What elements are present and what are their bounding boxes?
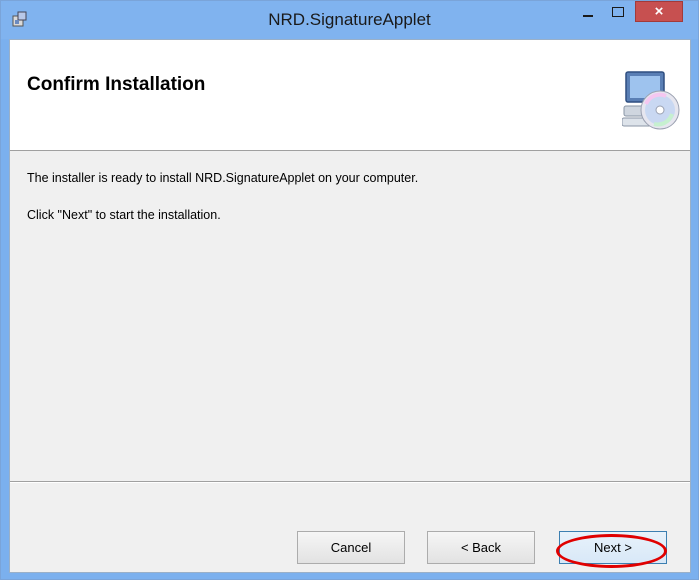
maximize-icon[interactable] bbox=[605, 1, 631, 23]
dialog-header: Confirm Installation bbox=[10, 40, 690, 151]
minimize-icon[interactable] bbox=[575, 1, 601, 23]
click-next-text: Click "Next" to start the installation. bbox=[27, 208, 221, 222]
title-bar[interactable]: NRD.SignatureApplet × bbox=[1, 1, 698, 39]
installer-window: NRD.SignatureApplet × Confirm Installati… bbox=[0, 0, 699, 580]
close-icon[interactable]: × bbox=[635, 1, 683, 22]
install-ready-text: The installer is ready to install NRD.Si… bbox=[27, 171, 419, 185]
computer-cd-icon bbox=[622, 71, 680, 130]
back-button[interactable]: < Back bbox=[427, 531, 535, 564]
dialog-client-area: Confirm Installation The installer is re… bbox=[9, 39, 691, 573]
cancel-button[interactable]: Cancel bbox=[297, 531, 405, 564]
page-title: Confirm Installation bbox=[27, 74, 206, 95]
dialog-footer: Cancel < Back Next > bbox=[10, 483, 690, 572]
dialog-body: The installer is ready to install NRD.Si… bbox=[10, 151, 690, 481]
next-button[interactable]: Next > bbox=[559, 531, 667, 564]
